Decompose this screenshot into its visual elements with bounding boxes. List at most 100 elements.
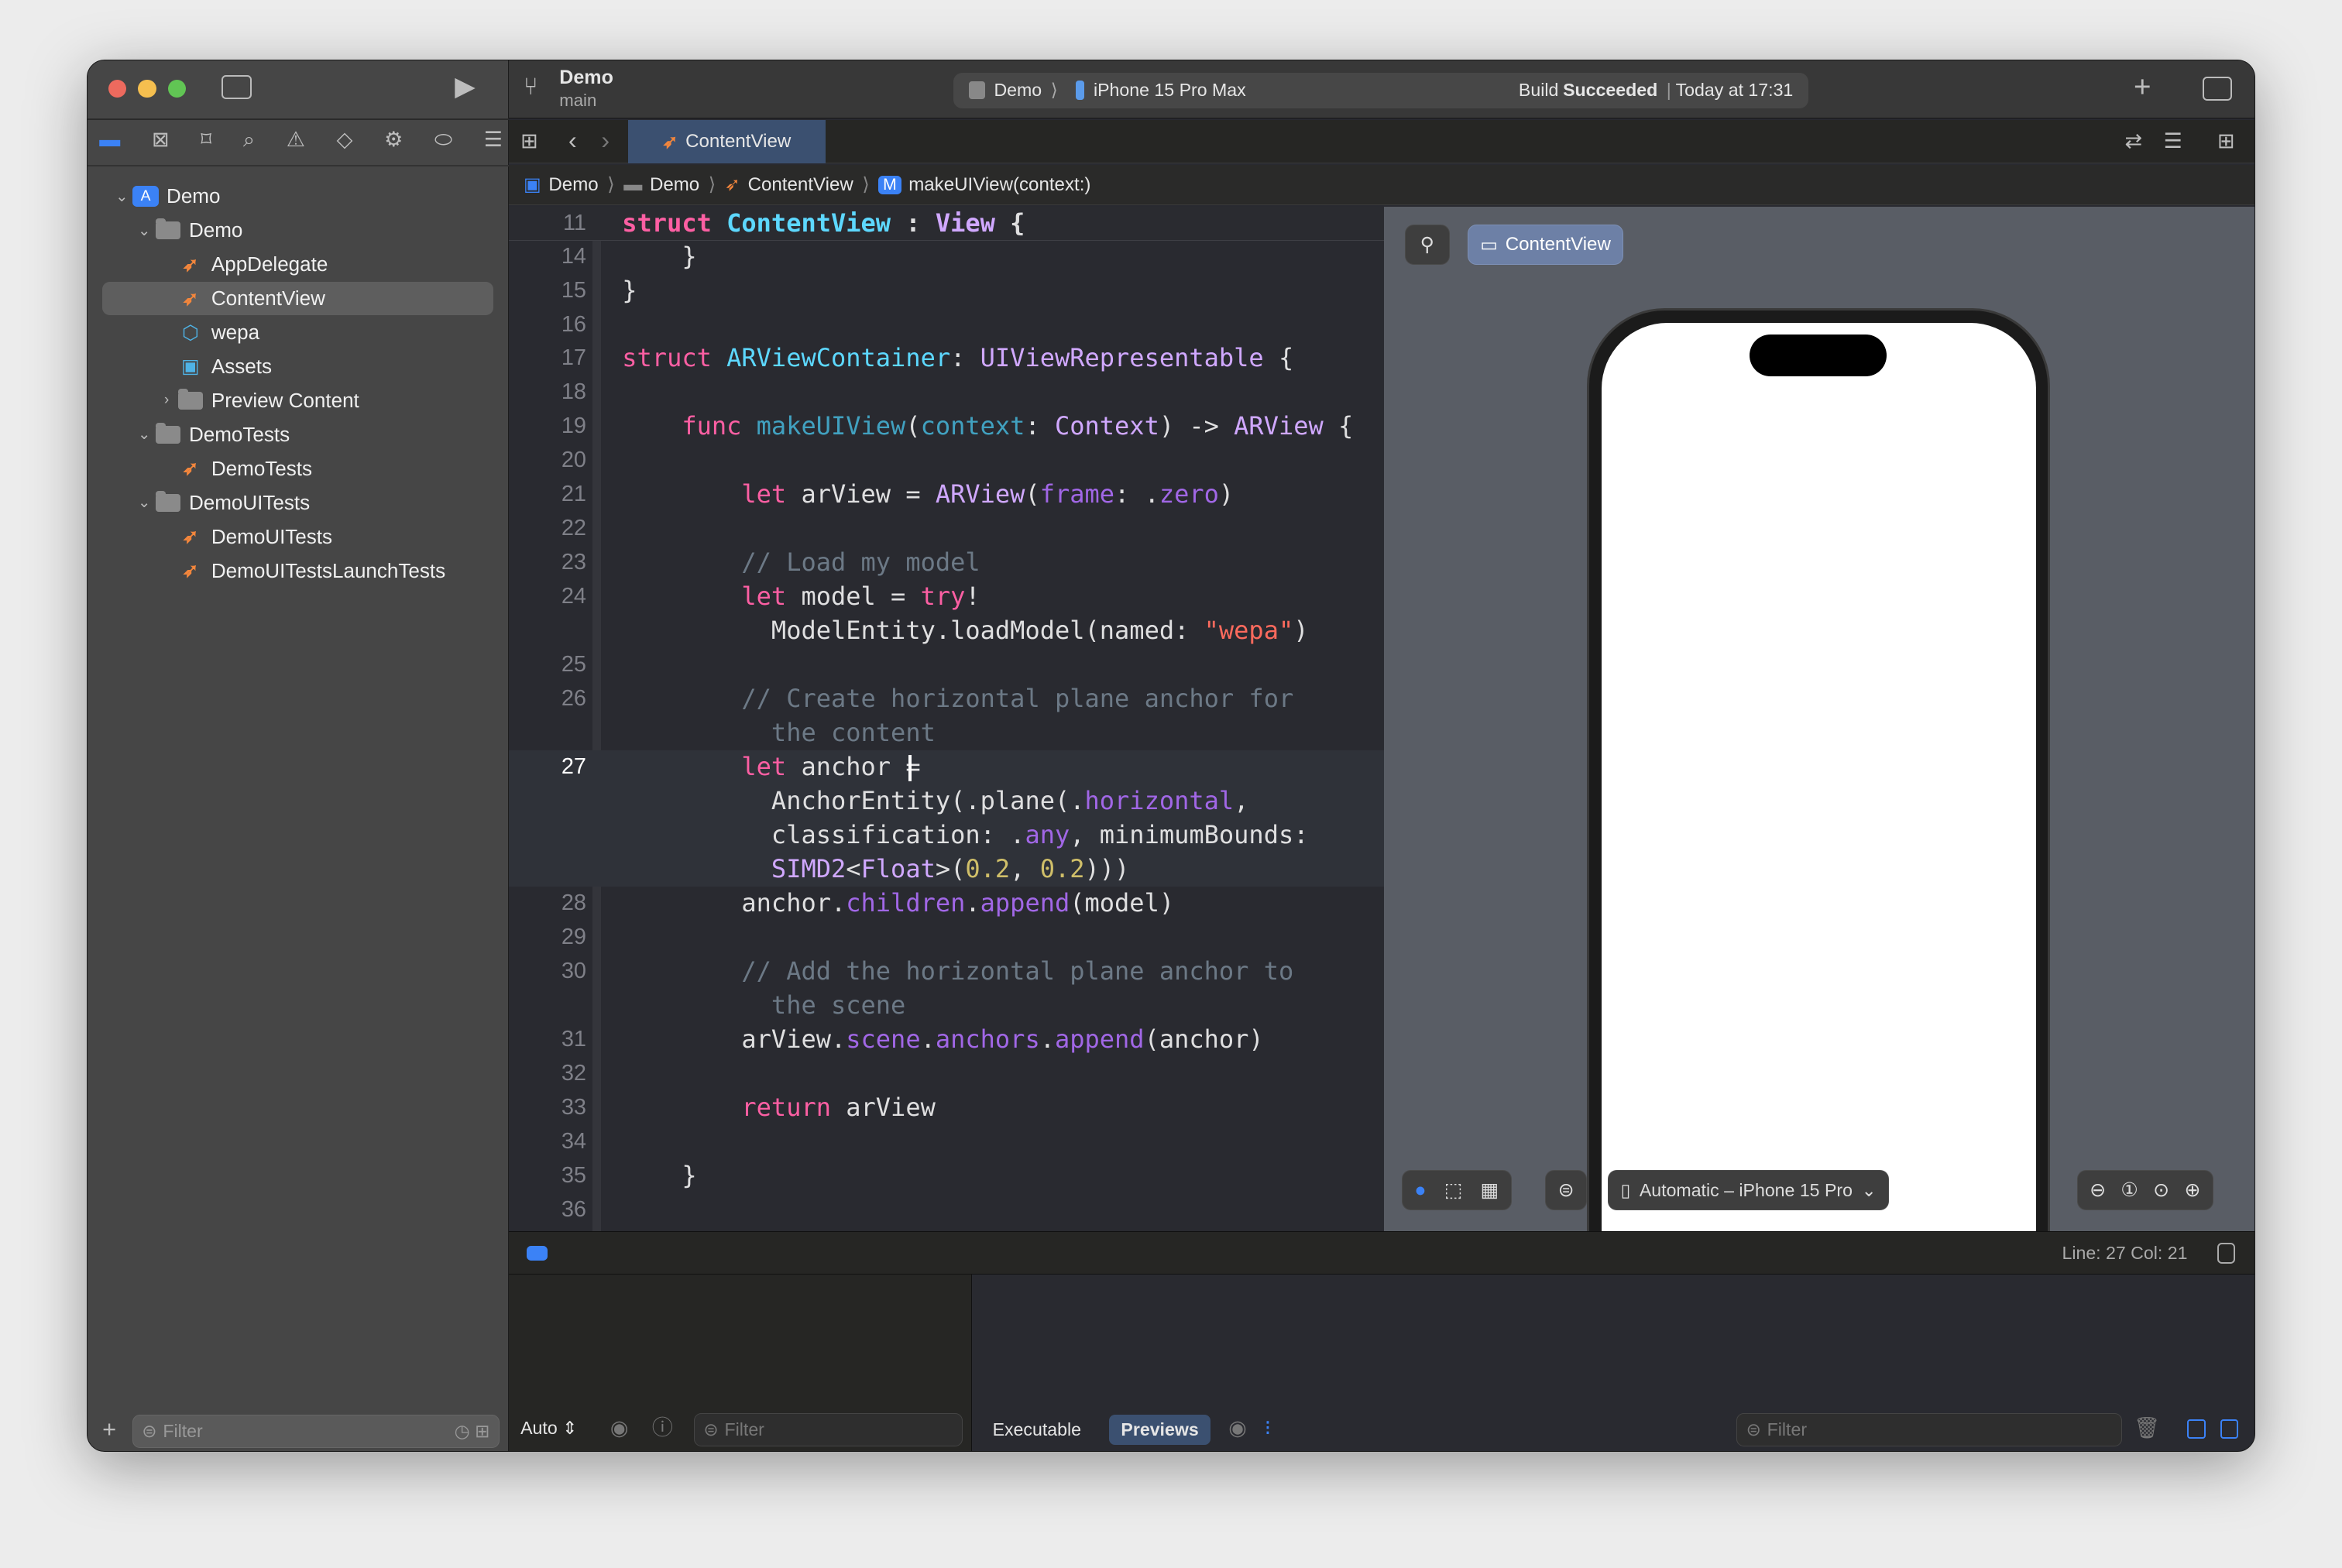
grid-icon[interactable]: ⊞ (520, 130, 538, 152)
breadcrumb-item[interactable]: ▬ Demo (623, 174, 699, 196)
report-icon[interactable]: ☰ (484, 129, 503, 156)
tree-item[interactable]: ➶ DemoUITestsLaunchTests (102, 554, 493, 587)
tree-item[interactable]: ➶ DemoTests (102, 452, 493, 485)
breadcrumb-item[interactable]: ➶ ContentView (725, 173, 853, 196)
eye-icon[interactable]: ◉ (1228, 1418, 1247, 1439)
selectable-icon[interactable]: ⬚ (1444, 1179, 1463, 1202)
device-screen[interactable] (1601, 322, 2036, 1232)
code-line[interactable]: 28 anchor.children.append(model) (509, 887, 1384, 921)
scheme-selector[interactable]: Demo (994, 80, 1042, 101)
toggle-icon[interactable]: ⁝ (1265, 1418, 1272, 1439)
code-editor[interactable]: 14 } 15} 16 17 struct ARViewContainer: UIVie… (508, 207, 1384, 1232)
code-line[interactable]: 29 (509, 921, 1384, 955)
recent-files-icon[interactable]: ◷ ⊞ (455, 1421, 490, 1442)
pin-preview-button[interactable]: ⚲ (1404, 225, 1450, 266)
navigator-filter-input[interactable]: ⊜ Filter ◷ ⊞ (132, 1415, 500, 1448)
left-panel-toggle[interactable] (2187, 1419, 2206, 1439)
bookmark-icon[interactable]: ⌑ (201, 129, 211, 156)
console-filter-input[interactable]: ⊜ Filter (1736, 1413, 2122, 1446)
code-line[interactable]: 34 (509, 1125, 1384, 1159)
code-line[interactable]: the scene (509, 989, 1384, 1023)
sidebar-toggle-icon[interactable] (221, 75, 252, 100)
minimize-button[interactable] (138, 80, 156, 98)
live-preview-icon[interactable]: ● (1414, 1179, 1426, 1202)
tree-item[interactable]: ⌄ DemoTests (102, 418, 493, 451)
add-editor-icon[interactable]: ⊞ (2217, 130, 2235, 152)
zoom-button[interactable] (167, 80, 187, 98)
tree-item[interactable]: ➶ AppDelegate (102, 248, 493, 280)
device-selector-button[interactable]: ▯ Automatic – iPhone 15 Pro ⌄ (1608, 1170, 1890, 1211)
add-icon[interactable]: + (102, 1417, 116, 1442)
inspector-toggle-icon[interactable] (2202, 77, 2233, 101)
search-icon[interactable]: ⌕ (243, 129, 255, 156)
device-settings-button[interactable]: ⊜ (1545, 1170, 1587, 1211)
panel-toggle-icon[interactable] (2217, 1242, 2236, 1264)
code-line[interactable]: 15} (509, 274, 1384, 308)
eye-icon[interactable]: ◉ (610, 1418, 629, 1439)
info-icon[interactable]: ⓘ (652, 1418, 673, 1439)
run-button[interactable]: ▶ (455, 74, 476, 101)
zoom-out-icon[interactable]: ⊖ (2090, 1179, 2106, 1202)
code-line[interactable]: 35 } (509, 1159, 1384, 1193)
code-line[interactable]: 24 let model = try! (509, 580, 1384, 614)
sticky-header-line[interactable]: 11 struct ContentView : View { (508, 207, 1384, 242)
code-line[interactable]: the content (509, 716, 1384, 750)
tree-item[interactable]: ▣ Assets (102, 350, 493, 383)
breadcrumb-item[interactable]: MmakeUIView(context:) (878, 174, 1090, 196)
code-line[interactable]: 26 // Create horizontal plane anchor for (509, 682, 1384, 716)
tree-item[interactable]: ⌄ A Demo (102, 180, 493, 212)
code-line[interactable]: AnchorEntity(.plane(.horizontal, (508, 784, 1384, 819)
code-line[interactable]: 17 struct ARViewContainer: UIViewRepresen… (509, 341, 1384, 376)
code-line[interactable]: 36 (509, 1193, 1384, 1227)
code-line[interactable]: 18 (509, 376, 1384, 410)
source-control-icon[interactable]: ⊠ (152, 129, 170, 156)
tab-contentview[interactable]: ➶ ContentView (627, 120, 826, 164)
add-library-icon[interactable]: + (2134, 72, 2151, 103)
code-line[interactable]: 19 func makeUIView(context: Context) -> … (509, 410, 1384, 444)
debug-icon[interactable]: ⚙ (384, 129, 403, 156)
code-line[interactable]: 23 // Load my model (509, 546, 1384, 580)
variables-filter-input[interactable]: ⊜ Filter (693, 1413, 963, 1446)
code-line[interactable]: 32 (509, 1057, 1384, 1091)
variants-icon[interactable]: ▦ (1481, 1179, 1499, 1202)
code-line[interactable]: 30 // Add the horizontal plane anchor to (509, 955, 1384, 989)
chevron-down-icon[interactable]: ⌄ (112, 187, 132, 206)
zoom-100-icon[interactable]: ① (2121, 1179, 2138, 1202)
branch-name[interactable]: main (559, 91, 596, 111)
code-line[interactable]: 14 } (509, 240, 1384, 274)
test-icon[interactable]: ◇ (337, 129, 353, 156)
code-line[interactable]: 31 arView.scene.anchors.append(anchor) (509, 1023, 1384, 1057)
code-line[interactable]: 16 (509, 308, 1384, 342)
chevron-right-icon[interactable]: › (156, 392, 177, 409)
code-line[interactable]: 25 (509, 648, 1384, 682)
trash-icon[interactable]: 🗑 (2134, 1418, 2160, 1439)
code-line[interactable]: classification: .any, minimumBounds: (508, 818, 1384, 853)
chevron-down-icon[interactable]: ⌄ (134, 493, 155, 512)
zoom-in-icon[interactable]: ⊕ (2184, 1179, 2200, 1202)
tab-executable[interactable]: Executable (993, 1419, 1081, 1440)
tree-item[interactable]: › Preview Content (102, 384, 493, 417)
right-panel-toggle[interactable] (2220, 1419, 2238, 1439)
code-line[interactable]: ModelEntity.loadModel(named: "wepa") (509, 614, 1384, 648)
chevron-down-icon[interactable]: ⌄ (134, 221, 155, 240)
editor-options-icon[interactable]: ☰ (2164, 130, 2182, 152)
forward-icon[interactable]: › (601, 127, 610, 153)
tree-item[interactable]: ➶ DemoUITests (102, 520, 493, 553)
preview-contentview-button[interactable]: ▭ ContentView (1467, 225, 1624, 266)
tree-item[interactable]: ➶ ContentView (102, 282, 494, 315)
code-line[interactable]: 20 (509, 444, 1384, 478)
breakpoint-icon[interactable]: ⬭ (434, 129, 452, 156)
auto-selector[interactable]: Auto ⇕ (520, 1418, 577, 1439)
tree-item[interactable]: ⌄ DemoUITests (102, 486, 493, 519)
back-icon[interactable]: ‹ (568, 127, 577, 153)
tree-item[interactable]: ⬡ wepa (102, 316, 493, 348)
debug-area-toggle[interactable] (526, 1245, 548, 1261)
code-line[interactable]: 27 let anchor = (508, 750, 1384, 785)
device-selector[interactable]: iPhone 15 Pro Max (1094, 80, 1246, 101)
code-line[interactable]: 22 (509, 512, 1384, 546)
chevron-down-icon[interactable]: ⌄ (134, 425, 155, 444)
breadcrumb-item[interactable]: ▣ Demo (524, 173, 599, 196)
zoom-fit-icon[interactable]: ⊙ (2153, 1179, 2169, 1202)
refresh-icon[interactable]: ⇄ (2124, 130, 2142, 152)
code-line[interactable]: SIMD2<Float>(0.2, 0.2))) (508, 853, 1384, 887)
